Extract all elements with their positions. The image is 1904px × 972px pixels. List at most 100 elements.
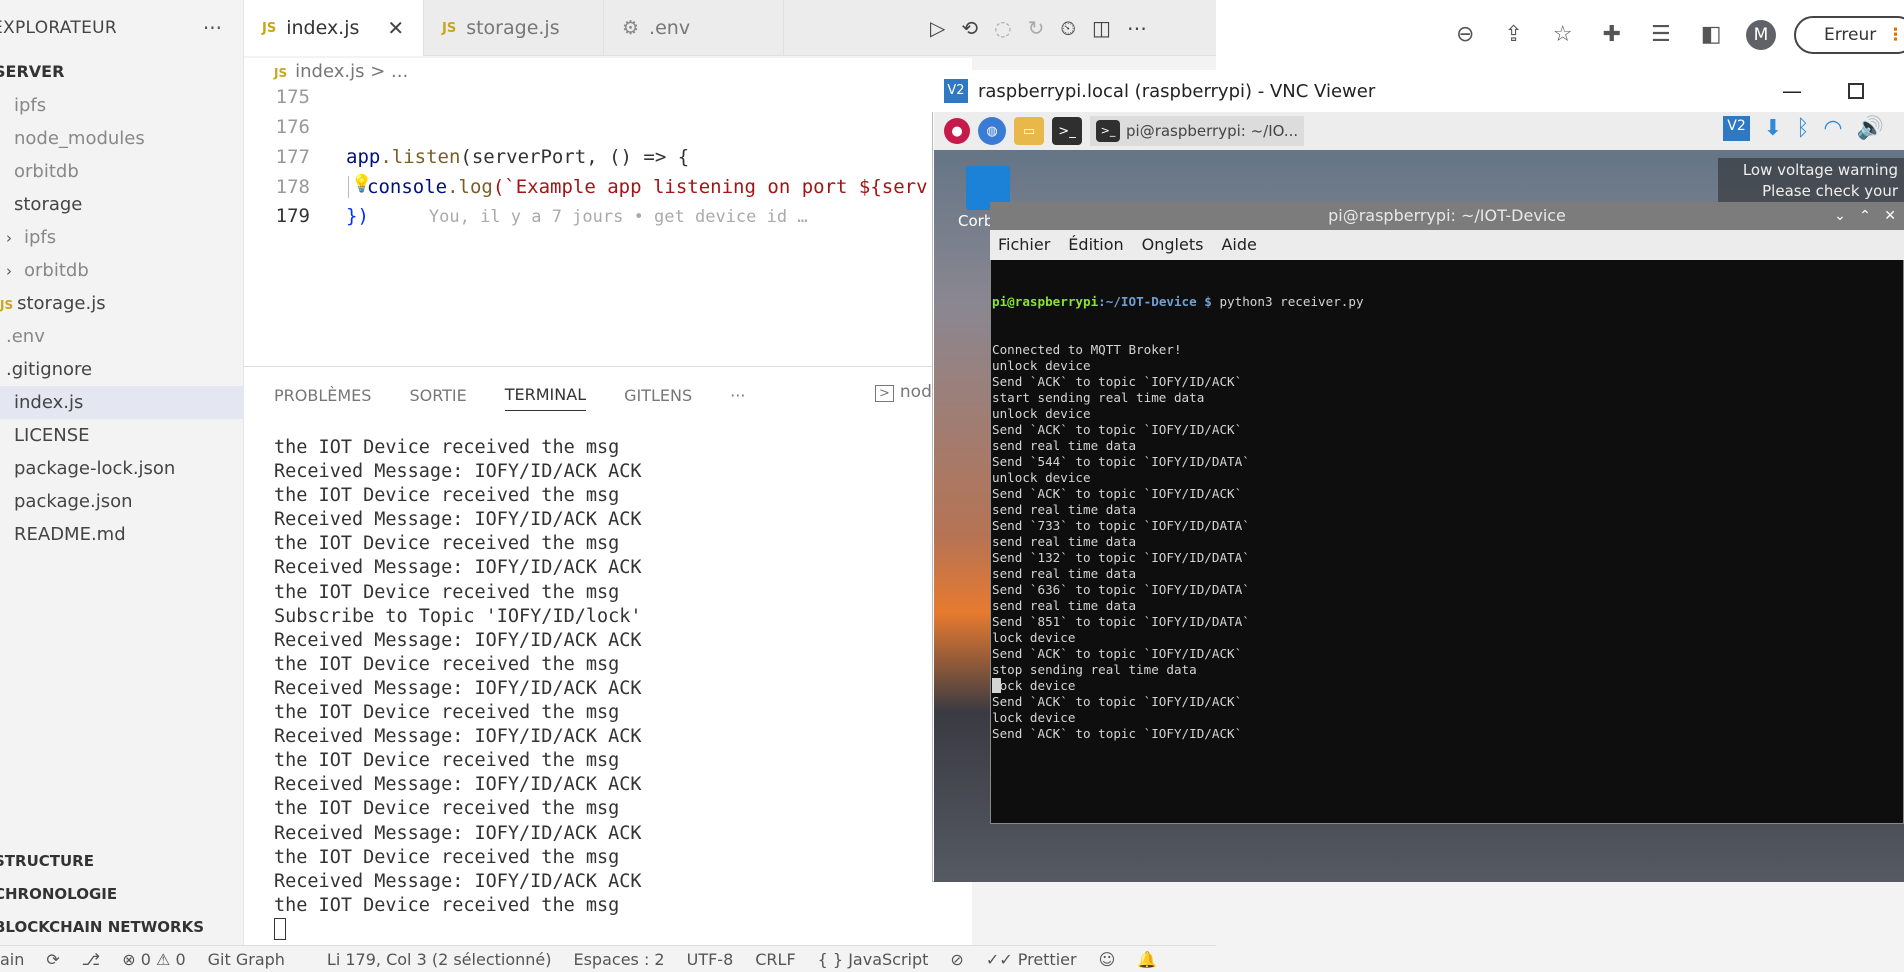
tree-item-orbitdb[interactable]: orbitdb xyxy=(0,155,244,188)
git-graph-button[interactable]: Git Graph xyxy=(208,950,285,969)
wifi-icon[interactable]: ◠ xyxy=(1823,116,1842,141)
low-voltage-warning: Low voltage warning Please check your po… xyxy=(1718,158,1904,221)
terminal-icon: >_ xyxy=(1096,120,1120,142)
system-tray: V2 ⬇ ᛒ ◠ 🔊 xyxy=(1723,116,1884,141)
run-icon[interactable]: ▷ xyxy=(930,16,945,40)
vnc-title-bar[interactable]: V2 raspberrypi.local (raspberrypi) - VNC… xyxy=(932,70,1904,112)
git-graph-icon[interactable]: ⎇ xyxy=(82,950,100,969)
line-number: 177 xyxy=(275,146,310,168)
problems-indicator[interactable]: ⊗ 0 ⚠ 0 xyxy=(122,950,185,969)
vnc-server-icon[interactable]: V2 xyxy=(1723,116,1750,141)
pi-terminal-output[interactable]: pi@raspberrypi:~/IOT-Device $ python3 re… xyxy=(992,262,1902,822)
tree-item-env[interactable]: .env xyxy=(0,320,244,353)
tree-item-storage[interactable]: storage xyxy=(0,188,244,221)
close-icon[interactable]: ✕ xyxy=(387,16,404,40)
window-controls[interactable]: ⌄ ⌃ ✕ xyxy=(1834,202,1896,230)
maximize-icon[interactable] xyxy=(1848,83,1864,99)
previous-change-icon[interactable]: ◌ xyxy=(994,16,1011,40)
encoding[interactable]: UTF-8 xyxy=(687,950,734,969)
chevron-right-icon: › xyxy=(6,229,12,247)
tab-storage-js[interactable]: JS storage.js xyxy=(424,0,604,56)
tab-index-js[interactable]: JS index.js ✕ xyxy=(244,0,424,56)
share-icon[interactable]: ⇪ xyxy=(1504,22,1522,47)
tree-item-storage-js[interactable]: JS storage.js xyxy=(0,287,244,320)
more-icon[interactable]: ··· xyxy=(730,386,745,405)
explorer-header: EXPLORATEUR ··· xyxy=(0,0,244,56)
pi-terminal-line: lock device xyxy=(992,710,1076,725)
cursor-position[interactable]: Li 179, Col 3 (2 sélectionné) xyxy=(327,950,552,969)
more-icon[interactable]: ⋯ xyxy=(1127,16,1147,40)
more-icon[interactable]: ··· xyxy=(203,16,222,40)
eye-off-icon[interactable]: ⊘ xyxy=(950,950,963,969)
menu-onglets[interactable]: Onglets xyxy=(1142,230,1204,260)
extensions-icon[interactable]: ✚ xyxy=(1603,22,1621,47)
browser-icons: ⊖ ⇪ ☆ ✚ ☰ ◧ xyxy=(1456,22,1722,47)
tree-item-readme[interactable]: README.md xyxy=(0,518,244,551)
tree-item-index-js[interactable]: index.js xyxy=(0,386,244,419)
branch-indicator[interactable]: ain xyxy=(0,950,24,969)
tree-item-storage-ipfs[interactable]: › ipfs xyxy=(0,221,244,254)
breadcrumb-rest[interactable]: > ... xyxy=(364,61,408,82)
download-icon[interactable]: ⬇ xyxy=(1764,116,1782,141)
compare-icon[interactable]: ⟲ xyxy=(961,16,978,40)
tree-item-package-lock[interactable]: package-lock.json xyxy=(0,452,244,485)
terminal-icon[interactable]: >_ xyxy=(1052,117,1082,145)
minimize-icon[interactable]: — xyxy=(1782,79,1802,103)
end-of-line[interactable]: CRLF xyxy=(755,950,795,969)
bell-icon[interactable]: 🔔 xyxy=(1137,950,1157,969)
split-editor-icon[interactable]: ◫ xyxy=(1092,16,1111,40)
file-manager-icon[interactable]: ▭ xyxy=(1014,117,1044,145)
menu-edition[interactable]: Édition xyxy=(1068,230,1123,260)
tab-gitlens[interactable]: GITLENS xyxy=(624,386,692,405)
browser-globe-icon[interactable]: ◍ xyxy=(978,117,1006,145)
prettier-status[interactable]: ✓✓ Prettier xyxy=(986,950,1077,969)
breadcrumb-file[interactable]: index.js xyxy=(295,61,364,82)
tree-item-node-modules[interactable]: node_modules xyxy=(0,122,244,155)
terminal-line: the IOT Device received the msg xyxy=(274,437,620,458)
tab-sortie[interactable]: SORTIE xyxy=(409,386,466,405)
feedback-icon[interactable]: ☺ xyxy=(1099,950,1116,969)
timeline-icon[interactable]: ⏲ xyxy=(1060,16,1076,40)
tree-item-storage-orbitdb[interactable]: › orbitdb xyxy=(0,254,244,287)
language-mode[interactable]: { } JavaScript xyxy=(818,950,929,969)
indentation[interactable]: Espaces : 2 xyxy=(573,950,664,969)
tree-item-package-json[interactable]: package.json xyxy=(0,485,244,518)
raspberry-menu-icon[interactable]: ● xyxy=(944,118,970,144)
kebab-menu-icon[interactable]: ⋮ xyxy=(1887,18,1904,52)
side-panel-icon[interactable]: ◧ xyxy=(1701,22,1722,47)
pi-terminal-line: start sending real time data xyxy=(992,390,1205,405)
breadcrumb: JS index.js > ... xyxy=(244,58,972,86)
code-editor[interactable]: 175 176 177 178 179 app.listen(serverPor… xyxy=(244,86,972,366)
pi-terminal-title-bar[interactable]: pi@raspberrypi: ~/IOT-Device ⌄ ⌃ ✕ xyxy=(990,202,1904,230)
terminal-output[interactable]: the IOT Device received the msg Received … xyxy=(274,436,954,918)
bluetooth-icon[interactable]: ᛒ xyxy=(1796,116,1809,141)
taskbar-terminal-item[interactable]: >_ pi@raspberrypi: ~/IO... xyxy=(1090,116,1305,146)
section-structure[interactable]: STRUCTURE xyxy=(0,845,238,877)
zoom-out-icon[interactable]: ⊖ xyxy=(1456,22,1474,47)
tree-item-ipfs[interactable]: ipfs xyxy=(0,89,244,122)
warning-icon: ⚠ xyxy=(156,949,171,969)
check-icon: ✓✓ xyxy=(985,949,1013,969)
menu-fichier[interactable]: Fichier xyxy=(998,230,1050,260)
tab-problemes[interactable]: PROBLÈMES xyxy=(274,386,371,405)
javascript-file-icon: JS xyxy=(0,298,14,312)
terminal-icon: > xyxy=(875,385,894,402)
star-icon[interactable]: ☆ xyxy=(1553,22,1573,47)
menu-aide[interactable]: Aide xyxy=(1221,230,1256,260)
sync-icon[interactable]: ⟳ xyxy=(46,950,59,969)
lightbulb-icon[interactable]: 💡 xyxy=(351,174,372,194)
reading-list-icon[interactable]: ☰ xyxy=(1651,22,1671,47)
tree-item-license[interactable]: LICENSE xyxy=(0,419,244,452)
pi-terminal-line: lock device xyxy=(992,678,1076,693)
tab-terminal[interactable]: TERMINAL xyxy=(504,385,587,411)
pi-terminal-line: send real time data xyxy=(992,598,1137,613)
volume-icon[interactable]: 🔊 xyxy=(1857,116,1884,141)
explorer-section-server[interactable]: SERVER xyxy=(0,58,238,86)
section-blockchain-networks[interactable]: BLOCKCHAIN NETWORKS xyxy=(0,911,238,943)
section-chronologie[interactable]: CHRONOLOGIE xyxy=(0,878,238,910)
next-change-icon[interactable]: ↻ xyxy=(1028,16,1045,40)
avatar[interactable]: M xyxy=(1746,20,1776,50)
tab-env[interactable]: ⚙ .env xyxy=(604,0,784,56)
tree-item-gitignore[interactable]: .gitignore xyxy=(0,353,244,386)
error-button[interactable]: Erreur ⋮ xyxy=(1794,16,1904,54)
